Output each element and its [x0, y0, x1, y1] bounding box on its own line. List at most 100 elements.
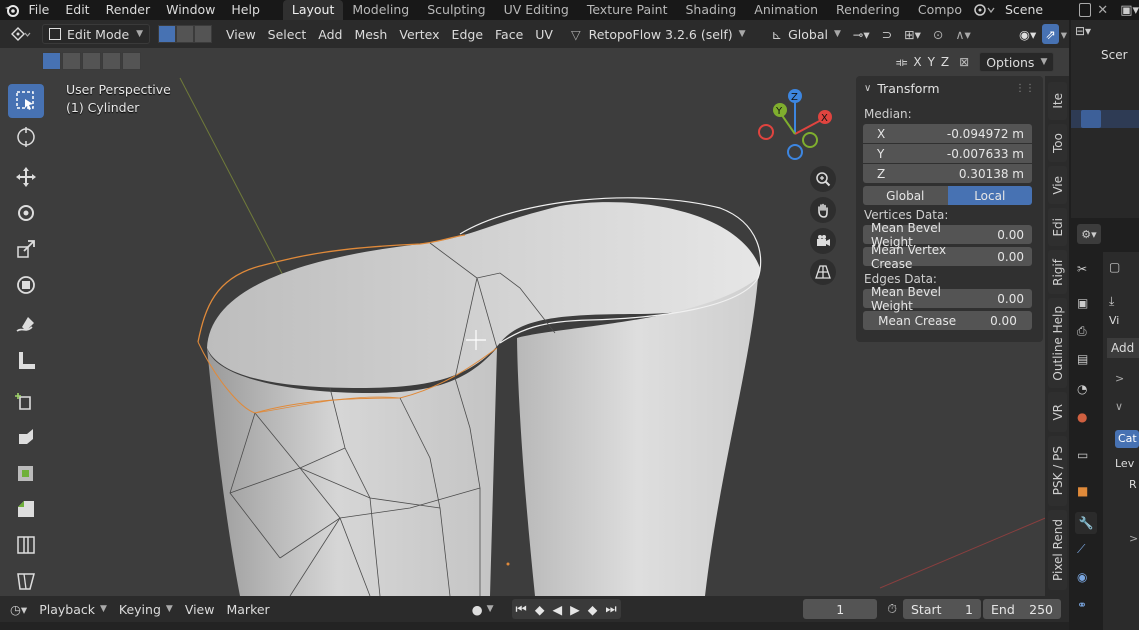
face-select-button[interactable]: [194, 25, 212, 43]
tab-vr[interactable]: VR: [1048, 392, 1067, 432]
median-y-field[interactable]: Y -0.007633 m: [863, 144, 1032, 163]
menu-render[interactable]: Render: [98, 0, 159, 20]
play-icon[interactable]: ▶: [570, 602, 580, 617]
gizmo-dropdown-icon[interactable]: ▾: [1059, 24, 1069, 44]
menu-view[interactable]: View: [220, 24, 262, 44]
current-frame-field[interactable]: 1: [803, 599, 878, 619]
keying-menu[interactable]: Keying ▼: [113, 602, 179, 617]
camera-view-icon[interactable]: [810, 228, 836, 254]
download-icon[interactable]: ⤓: [1109, 294, 1114, 309]
tab-view[interactable]: Vie: [1048, 166, 1067, 204]
view-layer-icon[interactable]: ▣▾: [1120, 3, 1139, 18]
view-layer-properties-icon[interactable]: ▤: [1077, 352, 1088, 366]
pivot-point-icon[interactable]: ⊸▾: [847, 24, 876, 44]
menu-mesh[interactable]: Mesh: [348, 24, 393, 44]
scene-name[interactable]: Scene: [997, 0, 1076, 20]
inset-tool[interactable]: [8, 456, 44, 490]
end-frame-field[interactable]: End 250: [983, 599, 1061, 619]
jump-start-icon[interactable]: ⏮: [516, 601, 527, 617]
vertex-select-button[interactable]: [158, 25, 176, 43]
select-intersect-button[interactable]: [122, 52, 141, 70]
workspace-tab-compositing[interactable]: Compo: [909, 0, 971, 20]
catmull-clark-button[interactable]: Cat: [1115, 430, 1139, 448]
tab-outline-help[interactable]: Outline Help: [1048, 298, 1067, 388]
transform-orientation-dropdown[interactable]: ⊾ Global ▼: [766, 24, 847, 44]
knife-tool[interactable]: [8, 564, 44, 596]
workspace-tab-layout[interactable]: Layout: [282, 0, 344, 20]
add-modifier-button[interactable]: Add: [1107, 338, 1139, 358]
playback-menu[interactable]: Playback ▼: [33, 602, 113, 617]
auto-merge-icon[interactable]: ⊠: [959, 55, 969, 69]
extrude-tool[interactable]: [8, 420, 44, 454]
options-dropdown[interactable]: Options ▼: [979, 52, 1055, 72]
properties-editor-icon[interactable]: ⚙▾: [1077, 224, 1101, 244]
workspace-tab-uv-editing[interactable]: UV Editing: [495, 0, 578, 20]
menu-edit[interactable]: Edit: [57, 0, 97, 20]
tab-rigify[interactable]: Rigif: [1048, 250, 1067, 294]
pan-hand-icon[interactable]: [810, 197, 836, 223]
tab-pixel-render[interactable]: Pixel Rend: [1048, 510, 1067, 590]
workspace-tab-rendering[interactable]: Rendering: [827, 0, 909, 20]
blender-logo-icon[interactable]: [4, 0, 20, 20]
workspace-tab-texture-paint[interactable]: Texture Paint: [578, 0, 677, 20]
menu-window[interactable]: Window: [158, 0, 223, 20]
start-frame-field[interactable]: Start 1: [903, 599, 981, 619]
rotate-tool[interactable]: [8, 196, 44, 230]
menu-vertex[interactable]: Vertex: [393, 24, 445, 44]
chevron-right-icon[interactable]: >: [1115, 372, 1124, 385]
transform-tool[interactable]: [8, 268, 44, 302]
tab-tool[interactable]: Too: [1048, 124, 1067, 162]
new-scene-icon[interactable]: [1078, 3, 1092, 17]
world-properties-icon[interactable]: ●: [1077, 410, 1087, 424]
transform-panel-header[interactable]: ∨ Transform ⋮⋮: [856, 76, 1043, 100]
drag-handle-icon[interactable]: ⋮⋮: [1015, 83, 1035, 94]
chevron-down-icon[interactable]: ∨: [1115, 400, 1123, 413]
measure-tool[interactable]: [8, 344, 44, 378]
output-properties-icon[interactable]: ⎙: [1077, 324, 1087, 339]
proportional-falloff-icon[interactable]: ∧▾: [949, 24, 976, 44]
local-space-button[interactable]: Local: [947, 186, 1032, 205]
mirror-y-button[interactable]: Y: [928, 55, 935, 69]
mirror-icon[interactable]: ⟚: [896, 55, 907, 70]
median-z-field[interactable]: Z 0.30138 m: [863, 164, 1032, 183]
tab-edit[interactable]: Edi: [1048, 208, 1067, 246]
select-new-button[interactable]: [42, 52, 61, 70]
bevel-tool[interactable]: [8, 492, 44, 526]
select-invert-button[interactable]: [102, 52, 121, 70]
props-view-label[interactable]: Vi: [1109, 314, 1119, 327]
zoom-icon[interactable]: [810, 166, 836, 192]
record-icon[interactable]: ● ▼: [466, 602, 500, 617]
mode-dropdown[interactable]: Edit Mode ▼: [42, 24, 150, 44]
median-x-field[interactable]: X -0.094972 m: [863, 124, 1032, 143]
menu-file[interactable]: File: [20, 0, 57, 20]
3d-viewport[interactable]: Z X Y ⟚ X Y Z ⊠ Options ▼ User Perspecti…: [0, 48, 1069, 596]
outliner-selected-row[interactable]: [1071, 110, 1139, 128]
marker-menu[interactable]: Marker: [220, 602, 275, 617]
tab-item[interactable]: Ite: [1048, 82, 1067, 120]
move-tool[interactable]: [8, 160, 44, 194]
scene-selector-icon[interactable]: [973, 2, 997, 18]
menu-select[interactable]: Select: [262, 24, 313, 44]
visibility-icon[interactable]: ◉▾: [1013, 24, 1042, 44]
jump-end-icon[interactable]: ⏭: [605, 601, 616, 617]
tool-properties-icon[interactable]: ✂: [1077, 262, 1087, 276]
stopwatch-icon[interactable]: ⏱: [881, 601, 903, 617]
add-cube-tool[interactable]: [8, 384, 44, 418]
workspace-tab-shading[interactable]: Shading: [677, 0, 746, 20]
annotate-tool[interactable]: [8, 308, 44, 342]
select-box-tool[interactable]: [8, 84, 44, 118]
outliner-editor-icon[interactable]: ⊟▾: [1075, 24, 1095, 42]
tab-psk-psa[interactable]: PSK / PS: [1048, 436, 1067, 506]
modifier-properties-icon[interactable]: 🔧: [1075, 512, 1097, 534]
menu-face[interactable]: Face: [489, 24, 529, 44]
particles-properties-icon[interactable]: ⟋: [1077, 542, 1085, 557]
timeline-view-menu[interactable]: View: [179, 602, 221, 617]
delete-scene-icon[interactable]: ✕: [1097, 3, 1108, 18]
workspace-tab-animation[interactable]: Animation: [745, 0, 827, 20]
editor-type-icon[interactable]: [6, 24, 36, 44]
scene-properties-icon[interactable]: ◔: [1077, 382, 1087, 396]
gizmo-toggle-icon[interactable]: ⇗: [1042, 24, 1059, 44]
proportional-edit-icon[interactable]: ⊙: [927, 24, 949, 44]
cursor-tool[interactable]: [8, 120, 44, 154]
next-keyframe-icon[interactable]: ◆: [588, 602, 598, 617]
